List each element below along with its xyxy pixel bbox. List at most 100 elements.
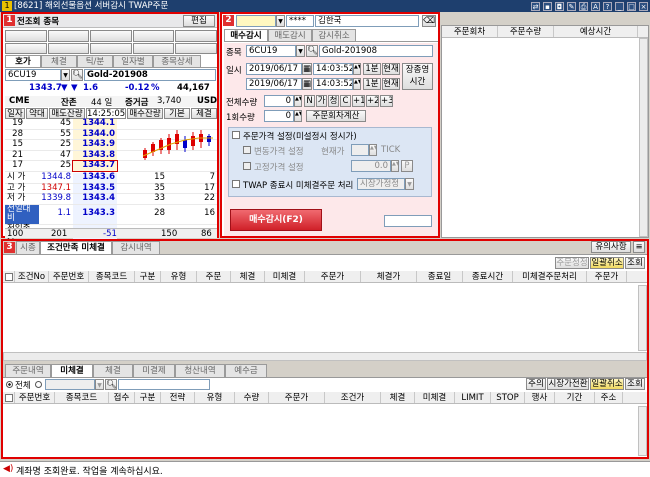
account-input[interactable] [236, 15, 276, 27]
end-now-button[interactable]: 현재 [382, 78, 400, 90]
condition-v-scrollbar[interactable] [638, 285, 647, 351]
notice-button[interactable]: 유의사항 [591, 241, 631, 253]
ask-price[interactable]: 1344.0 [73, 129, 117, 140]
ask-price[interactable]: 1343.9 [73, 139, 117, 151]
tab-sell-watch[interactable]: 매도감시 [268, 29, 312, 41]
ask-price[interactable]: 1343.8 [73, 150, 117, 161]
search-icon[interactable]: 🔍︎ [105, 379, 117, 390]
chevron-down-icon[interactable]: ▼ [405, 178, 414, 190]
bid-row[interactable]: 시 가 1344.8 1343.6 15 7 [5, 172, 217, 184]
end-date-input[interactable]: 2019/06/17 [246, 78, 302, 90]
qty-preset-button[interactable]: +2 [366, 95, 379, 107]
tab-trades[interactable]: 체결 [41, 55, 77, 67]
fixed-price-input[interactable]: 0.0 [351, 160, 391, 172]
tab-order-history[interactable]: 주문내역 [5, 364, 51, 377]
tab-detail[interactable]: 종목상세 [153, 55, 201, 67]
order-symbol-input[interactable]: 6CU19 [246, 45, 296, 57]
end-time-spinner[interactable]: ▲▼ [353, 78, 361, 90]
tab-tick[interactable]: 틱/분 [77, 55, 113, 67]
tab-deposit[interactable]: 예수금 [225, 364, 267, 377]
favorite-slot[interactable] [175, 30, 217, 42]
fixed-price-checkbox[interactable] [243, 162, 251, 170]
tick-spinner[interactable]: ▲▼ [369, 144, 377, 156]
tab-quote[interactable]: 호가 [5, 55, 41, 67]
radio-symbol[interactable] [35, 381, 42, 388]
qty-preset-button[interactable]: 청 [328, 95, 339, 107]
calendar-icon[interactable]: ▦ [302, 63, 312, 75]
account-dropdown-icon[interactable]: ▼ [276, 15, 285, 27]
favorite-slot[interactable] [5, 30, 47, 42]
var-price-checkbox[interactable] [243, 146, 251, 154]
bid-row[interactable]: 고 가 1347.1 1343.5 35 17 [5, 183, 217, 194]
help-icon[interactable]: ? [603, 1, 612, 11]
collapse-icon[interactable]: ≡ [633, 241, 645, 253]
favorite-slot[interactable] [90, 30, 132, 42]
qty-preset-button[interactable]: 가 [316, 95, 327, 107]
session-end-button[interactable]: 장종영 시간 [402, 63, 433, 90]
ob-head-basic[interactable]: 기본 [164, 108, 190, 119]
qty-preset-button[interactable]: C [340, 95, 351, 107]
ob-head-trade[interactable]: 체결 [191, 108, 217, 119]
favorite-slot[interactable] [175, 42, 217, 54]
tab-buy-watch[interactable]: 매수감시 [224, 29, 268, 41]
tab-unfilled[interactable]: 미체결 [51, 364, 93, 377]
tab-unfilled-conditions[interactable]: 조건만족 미체결 [40, 241, 112, 254]
condition-h-scrollbar[interactable] [3, 352, 647, 361]
filter-symbol-input[interactable] [45, 379, 95, 390]
eraser-icon[interactable]: ⌫ [422, 15, 436, 27]
bid-row[interactable]: 저 가 1339.8 1343.4 33 22 [5, 193, 217, 205]
link-icon[interactable]: ⇄ [531, 1, 540, 11]
bid-price[interactable]: 1343.4 [73, 193, 117, 205]
lock-icon[interactable]: ◘ [555, 1, 564, 11]
to-market-button[interactable]: 시장가전환 [547, 378, 589, 390]
twap-order-select[interactable]: 시장가정정 [357, 178, 405, 190]
symbol-input[interactable]: 6CU19 [5, 69, 61, 81]
end-time-input[interactable]: 14:03:52 [313, 78, 353, 90]
once-qty-input[interactable]: 0 [264, 110, 294, 122]
tab-daily[interactable]: 일자별 [113, 55, 153, 67]
qty-preset-button[interactable]: N [304, 95, 315, 107]
start-time-input[interactable]: 14:03:52 [313, 63, 353, 75]
end-1min-button[interactable]: 1분 [363, 78, 381, 90]
favorite-slot[interactable] [47, 30, 90, 42]
bid-price[interactable]: 1343.5 [73, 183, 117, 194]
tab-liquidation[interactable]: 청산내역 [175, 364, 225, 377]
qty-preset-button[interactable]: +1 [352, 95, 365, 107]
settings-icon[interactable]: ✎ [567, 1, 576, 11]
cancel-all-button[interactable]: 일괄취소 [590, 257, 624, 269]
start-date-input[interactable]: 2019/06/17 [246, 63, 302, 75]
total-qty-input[interactable]: 0 [264, 95, 294, 107]
search-icon[interactable]: 🔍︎ [306, 45, 318, 57]
buy-watch-submit-button[interactable]: 매수감시(F2) [230, 209, 322, 231]
edit-button[interactable]: 편집 [183, 15, 215, 27]
ob-head-bar[interactable]: 약대 [26, 108, 48, 119]
bid-row[interactable]: 전일대비 1.1 1343.3 28 16 [5, 204, 217, 225]
tab-open-positions[interactable]: 미결제 [133, 364, 175, 377]
once-qty-spinner[interactable]: ▲▼ [294, 110, 302, 122]
twap-end-checkbox[interactable] [232, 180, 240, 188]
favorite-slot[interactable] [90, 42, 132, 54]
print-icon[interactable]: ⎙ [579, 1, 588, 11]
start-now-button[interactable]: 현재 [382, 63, 400, 75]
favorite-slot[interactable] [132, 42, 175, 54]
favorite-slot[interactable] [5, 42, 47, 54]
chevron-down-icon[interactable]: ▼ [61, 69, 70, 81]
close-icon[interactable]: × [639, 1, 648, 11]
chevron-down-icon[interactable]: ▼ [95, 379, 104, 390]
order-count-calc-button[interactable]: 주문회차계산 [306, 110, 366, 122]
tab-watch-history[interactable]: 감시내역 [112, 241, 160, 254]
query-unfilled-button[interactable]: 조회 [625, 378, 645, 390]
ask-price[interactable]: 1343.7 [72, 159, 118, 172]
order-price-checkbox[interactable] [232, 131, 240, 139]
account-password[interactable]: **** [286, 15, 314, 27]
search-icon[interactable]: 🔍︎ [71, 69, 83, 81]
tab-cancel-watch[interactable]: 감시취소 [312, 29, 356, 41]
total-qty-spinner[interactable]: ▲▼ [294, 95, 302, 107]
pin-icon[interactable]: ▪ [543, 1, 552, 11]
chevron-down-icon[interactable]: ▼ [296, 45, 305, 57]
maximize-icon[interactable]: □ [627, 1, 636, 11]
select-all-checkbox[interactable] [3, 392, 15, 403]
history-v-scrollbar[interactable] [638, 406, 647, 456]
cancel-all-unfilled-button[interactable]: 일괄취소 [590, 378, 624, 390]
qty-preset-button[interactable]: +3 [380, 95, 393, 107]
